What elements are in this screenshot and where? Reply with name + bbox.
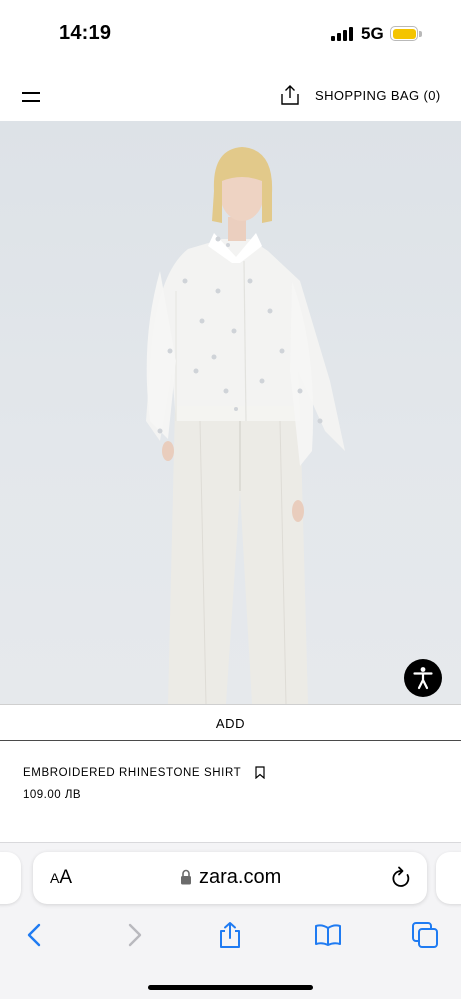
status-time: 14:19 — [59, 22, 112, 44]
battery-tip — [419, 31, 422, 37]
forward-icon[interactable] — [120, 921, 148, 949]
url-text: zara.com — [199, 866, 282, 888]
text-size-button[interactable]: AA — [50, 867, 72, 889]
share-icon[interactable] — [280, 84, 300, 106]
text-size-large-label: A — [59, 867, 73, 888]
browser-bar: AA zara.com — [0, 842, 461, 999]
add-label: ADD — [215, 716, 246, 731]
network-type: 5G — [361, 24, 384, 43]
share-icon[interactable] — [216, 921, 244, 949]
site-header: SHOPPING BAG (0) — [0, 72, 461, 120]
hamburger-menu-icon[interactable] — [22, 88, 40, 104]
home-indicator — [148, 985, 313, 990]
lock-icon — [181, 869, 191, 885]
accessibility-button[interactable] — [404, 659, 442, 697]
add-to-bag-button[interactable]: ADD — [0, 704, 461, 741]
model-illustration — [146, 147, 345, 704]
address-bar[interactable]: AA zara.com — [33, 852, 427, 904]
product-price: 109.00 ЛВ — [23, 789, 82, 801]
next-tab-preview[interactable] — [436, 852, 461, 904]
reload-icon[interactable] — [390, 866, 412, 890]
back-icon[interactable] — [21, 921, 49, 949]
bookmarks-icon[interactable] — [314, 921, 342, 949]
accessibility-icon — [413, 667, 433, 690]
product-name: EMBROIDERED RHINESTONE SHIRT — [23, 767, 242, 779]
bookmark-icon[interactable] — [255, 766, 265, 779]
battery-icon — [390, 26, 418, 41]
signal-icon — [331, 27, 355, 41]
shopping-bag-link[interactable]: SHOPPING BAG (0) — [315, 88, 441, 103]
previous-tab-preview[interactable] — [0, 852, 21, 904]
tabs-icon[interactable] — [411, 921, 439, 949]
browser-toolbar — [0, 915, 461, 955]
text-size-small-label: A — [50, 870, 60, 886]
product-image[interactable] — [0, 121, 461, 704]
status-bar: 14:19 5G — [0, 0, 461, 68]
